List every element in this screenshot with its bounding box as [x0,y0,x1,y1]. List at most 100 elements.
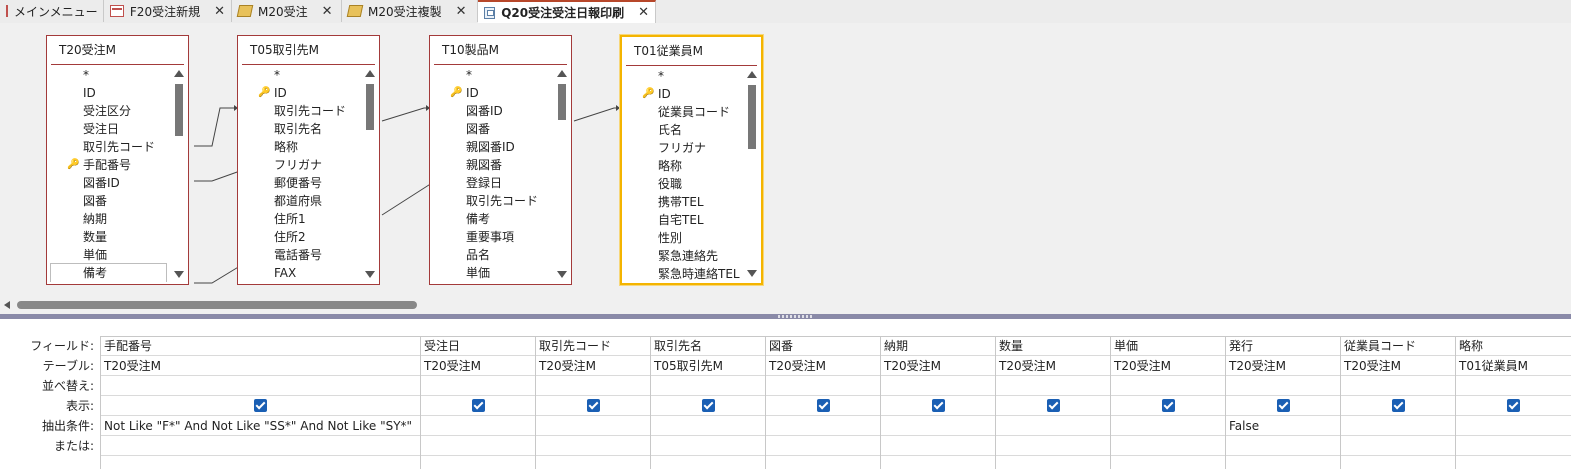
grid-cell-field[interactable]: 数量 [996,336,1110,356]
field-list-1[interactable]: T05取引先M * 🔑 ID 取引先コード 取引先名 略称 フリガナ 郵便番号 都道府県 住所1 住所… [237,35,380,285]
grid-cell-sort[interactable] [421,376,535,396]
field-item[interactable]: 従業員コード [622,103,743,121]
field-item[interactable]: 取引先コード [238,102,361,120]
field-item[interactable]: 🔑 ID [430,84,553,102]
show-checkbox[interactable] [1391,399,1405,412]
grid-cell-criteria[interactable] [421,416,535,436]
tab-2[interactable]: M20受注 ✕ [232,0,342,22]
vertical-scrollbar[interactable] [364,68,376,280]
grid-cell-sort[interactable] [1226,376,1340,396]
field-item[interactable]: 氏名 [622,121,743,139]
vertical-scroll-thumb[interactable] [175,84,183,136]
field-list-title[interactable]: T05取引先M [242,36,375,65]
grid-cell-field[interactable]: 手配番号 [101,336,420,356]
field-item[interactable]: フリガナ [622,139,743,157]
grid-cell-criteria[interactable]: Not Like "F*" And Not Like "SS*" And Not… [101,416,420,436]
close-tab-icon[interactable]: ✕ [456,4,467,19]
grid-cell-sort[interactable] [766,376,880,396]
field-item[interactable]: 携帯TEL [622,193,743,211]
field-item[interactable]: 図番 [430,120,553,138]
field-list-title[interactable]: T01従業員M [626,37,757,66]
grid-cell-or[interactable] [766,436,880,456]
grid-cell-criteria[interactable] [1456,416,1571,436]
field-item[interactable]: 数量 [47,228,170,246]
grid-cell-field[interactable]: 略称 [1456,336,1571,356]
grid-cell-sort[interactable] [881,376,995,396]
show-checkbox[interactable] [1276,399,1290,412]
vertical-scroll-thumb[interactable] [558,84,566,120]
field-item[interactable]: 自宅TEL [622,211,743,229]
grid-cell-field[interactable]: 納期 [881,336,995,356]
grid-cell-field[interactable]: 受注日 [421,336,535,356]
grid-cell-table[interactable]: T20受注M [1226,356,1340,376]
vertical-scrollbar[interactable] [173,68,185,280]
grid-cell-show[interactable] [421,396,535,416]
grid-cell-criteria[interactable] [766,416,880,436]
field-item[interactable]: FAX [238,264,361,282]
grid-cell-sort[interactable] [1456,376,1571,396]
show-checkbox[interactable] [816,399,830,412]
grid-cell-or[interactable] [1111,436,1225,456]
field-item[interactable]: 都道府県 [238,192,361,210]
show-checkbox[interactable] [1046,399,1060,412]
grid-cell-criteria[interactable]: False [1226,416,1340,436]
close-tab-icon[interactable]: ✕ [322,4,333,19]
grid-cell-table[interactable]: T20受注M [421,356,535,376]
grid-cell-sort[interactable] [536,376,650,396]
tab-1[interactable]: F20受注新規 ✕ [104,0,232,22]
scroll-up-arrow-icon[interactable] [747,71,757,78]
grid-cell-criteria[interactable] [881,416,995,436]
field-item[interactable]: 備考 [50,263,167,282]
grid-cell-show[interactable] [996,396,1110,416]
grid-cell-table[interactable]: T20受注M [996,356,1110,376]
grid-cell-criteria[interactable] [651,416,765,436]
grid-cell-or[interactable] [536,436,650,456]
field-item[interactable]: 役職 [622,175,743,193]
field-item[interactable]: * [238,66,361,84]
grid-cell-field[interactable]: 取引先名 [651,336,765,356]
grid-cell-or[interactable] [996,436,1110,456]
tab-4[interactable]: Q20受注受注日報印刷 ✕ [478,0,656,23]
grid-empty-cell[interactable] [1341,456,1455,469]
grid-cell-table[interactable]: T05取引先M [651,356,765,376]
scroll-down-arrow-icon[interactable] [557,271,567,278]
grid-cell-show[interactable] [651,396,765,416]
scroll-down-arrow-icon[interactable] [174,271,184,278]
grid-cell-table[interactable]: T20受注M [1111,356,1225,376]
field-item[interactable]: * [430,66,553,84]
grid-cell-field[interactable]: 従業員コード [1341,336,1455,356]
grid-empty-cell[interactable] [421,456,535,469]
grid-cell-criteria[interactable] [1111,416,1225,436]
field-item[interactable]: 略称 [622,157,743,175]
field-item[interactable]: 緊急連絡先 [622,247,743,265]
grid-empty-cell[interactable] [101,456,420,469]
tab-0[interactable]: メインメニュー [0,0,104,22]
grid-cell-show[interactable] [1341,396,1455,416]
tab-3[interactable]: M20受注複製 ✕ [342,0,478,22]
grid-empty-cell[interactable] [651,456,765,469]
grid-empty-cell[interactable] [1226,456,1340,469]
field-item[interactable]: 取引先コード [47,138,170,156]
grid-cell-or[interactable] [101,436,420,456]
grid-empty-cell[interactable] [536,456,650,469]
grid-cell-criteria[interactable] [996,416,1110,436]
field-item[interactable]: * [47,66,170,84]
field-item[interactable]: 住所1 [238,210,361,228]
field-item[interactable]: 単価 [47,246,170,264]
field-item[interactable]: 図番ID [47,174,170,192]
scroll-up-arrow-icon[interactable] [365,70,375,77]
show-checkbox[interactable] [254,399,267,412]
grid-cell-show[interactable] [766,396,880,416]
grid-cell-or[interactable] [1341,436,1455,456]
grid-cell-sort[interactable] [651,376,765,396]
grid-cell-or[interactable] [1456,436,1571,456]
field-item[interactable]: 郵便番号 [238,174,361,192]
grid-empty-cell[interactable] [996,456,1110,469]
grid-empty-cell[interactable] [1111,456,1225,469]
field-item[interactable]: 登録日 [430,174,553,192]
field-list-0[interactable]: T20受注M * ID 受注区分 受注日 取引先コード 🔑 手配番号 図番ID 図番 納期 数量 単価備… [46,35,189,285]
grid-cell-table[interactable]: T20受注M [1341,356,1455,376]
grid-empty-cell[interactable] [766,456,880,469]
grid-cell-sort[interactable] [101,376,420,396]
grid-cell-or[interactable] [651,436,765,456]
